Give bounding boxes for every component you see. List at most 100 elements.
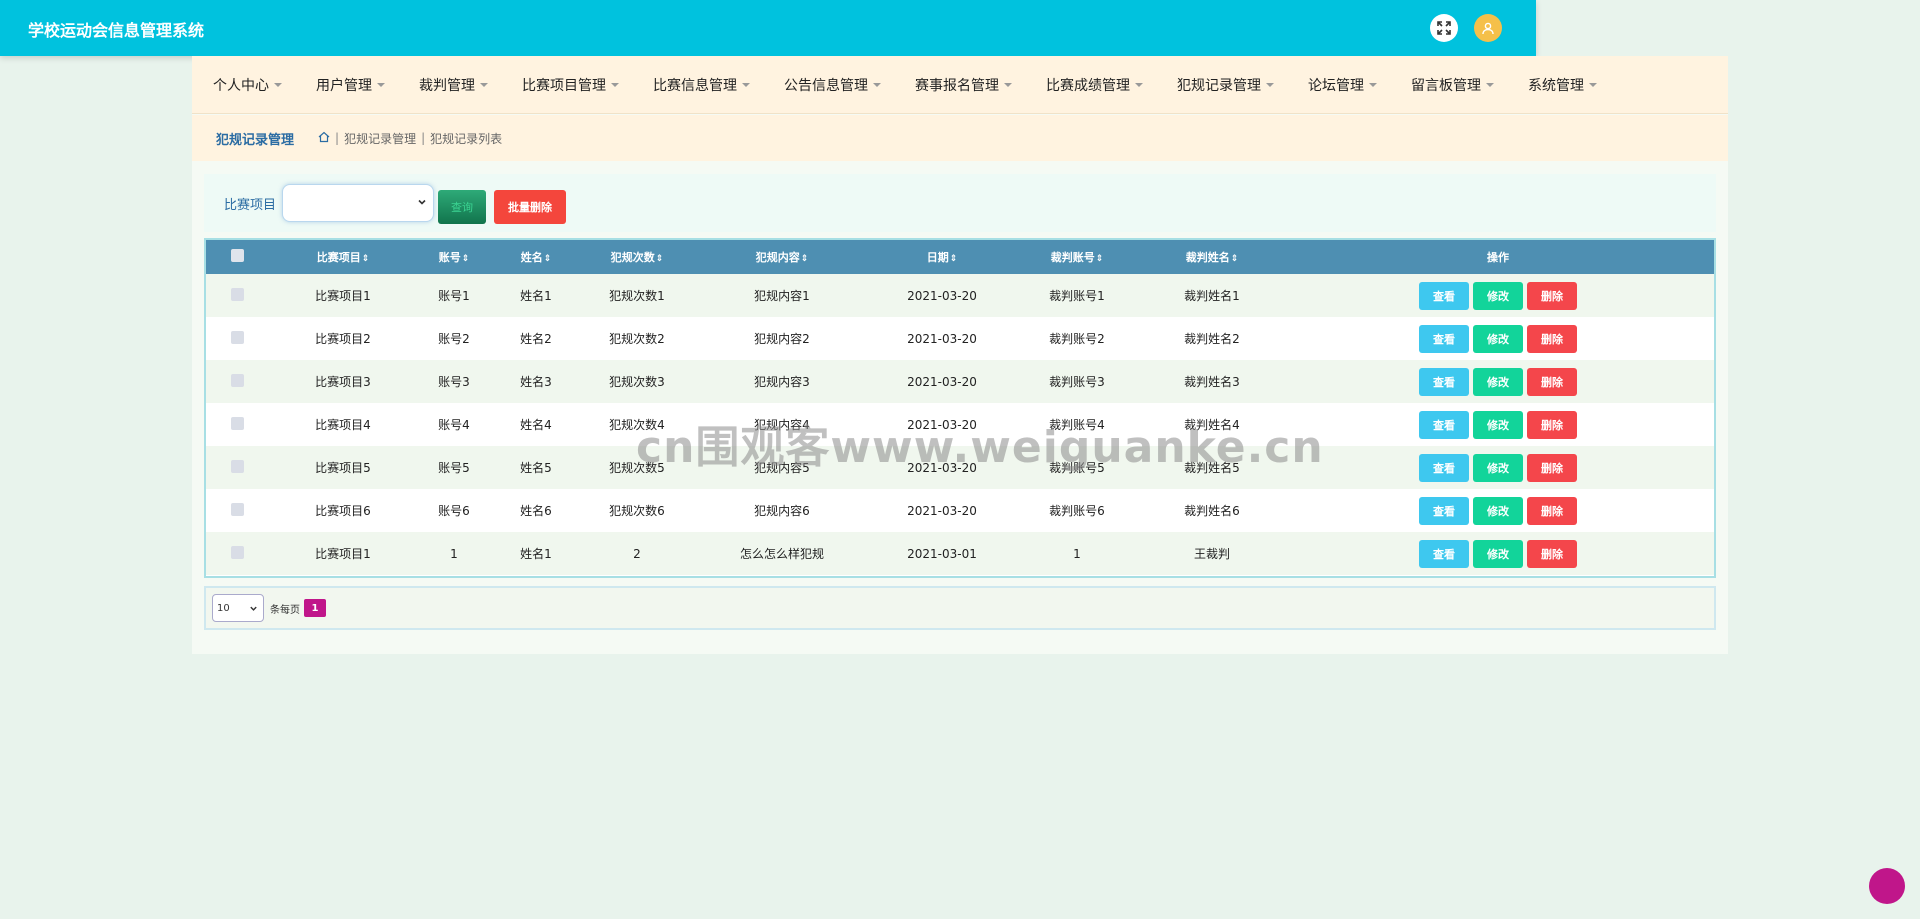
nav-item-9[interactable]: 犯规记录管理 (1177, 75, 1274, 95)
column-header-label: 裁判姓名 (1185, 251, 1230, 264)
table-cell: 犯规次数6 (609, 504, 665, 518)
table-cell: 姓名1 (520, 547, 552, 561)
actions-cell: 查看 修改 删除 (1282, 489, 1714, 532)
column-header-8[interactable]: 裁判姓名⇕ (1142, 240, 1282, 274)
caret-down-icon (611, 82, 619, 87)
column-header-7[interactable]: 裁判账号⇕ (1012, 240, 1142, 274)
view-button[interactable]: 查看 (1419, 410, 1469, 439)
table-cell: 账号6 (438, 504, 470, 518)
delete-button[interactable]: 删除 (1527, 496, 1577, 525)
table-cell: 姓名5 (520, 461, 552, 475)
home-icon[interactable] (318, 131, 330, 146)
row-checkbox[interactable] (230, 330, 244, 344)
sort-icon[interactable]: ⇕ (544, 254, 552, 264)
nav-item-11[interactable]: 留言板管理 (1411, 75, 1494, 95)
nav-item-5[interactable]: 比赛信息管理 (653, 75, 750, 95)
caret-down-icon (1004, 82, 1012, 87)
caret-down-icon (1589, 82, 1597, 87)
table-cell: 犯规次数2 (609, 332, 665, 346)
watermark: cn围观客www.weiguanke.cn (636, 422, 1324, 473)
row-checkbox[interactable] (230, 287, 244, 301)
column-header-3[interactable]: 姓名⇕ (490, 240, 582, 274)
edit-button[interactable]: 修改 (1473, 367, 1523, 396)
delete-button[interactable]: 删除 (1527, 453, 1577, 482)
column-header-2[interactable]: 账号⇕ (418, 240, 490, 274)
nav-item-7[interactable]: 赛事报名管理 (915, 75, 1012, 95)
nav-item-label: 用户管理 (316, 77, 372, 94)
table-cell: 比赛项目6 (315, 504, 371, 518)
nav-item-3[interactable]: 裁判管理 (419, 75, 488, 95)
column-header-5[interactable]: 犯规内容⇕ (692, 240, 872, 274)
sort-icon[interactable]: ⇕ (1096, 254, 1104, 264)
view-button[interactable]: 查看 (1419, 496, 1469, 525)
table-cell: 比赛项目1 (315, 547, 371, 561)
table-cell: 账号5 (438, 461, 470, 475)
column-header-4[interactable]: 犯规次数⇕ (582, 240, 692, 274)
row-checkbox[interactable] (230, 416, 244, 430)
row-checkbox[interactable] (230, 502, 244, 516)
delete-button[interactable]: 删除 (1527, 324, 1577, 353)
table-cell: 比赛项目5 (315, 461, 371, 475)
search-button[interactable]: 查询 (438, 190, 487, 224)
nav-item-8[interactable]: 比赛成绩管理 (1046, 75, 1143, 95)
table-cell: 犯规内容2 (754, 332, 810, 346)
sort-icon[interactable]: ⇕ (1231, 254, 1239, 264)
sort-icon[interactable]: ⇕ (801, 254, 809, 264)
edit-button[interactable]: 修改 (1473, 324, 1523, 353)
table-cell: 比赛项目2 (315, 332, 371, 346)
row-checkbox[interactable] (230, 373, 244, 387)
view-button[interactable]: 查看 (1419, 453, 1469, 482)
edit-button[interactable]: 修改 (1473, 453, 1523, 482)
breadcrumb-separator: | (335, 131, 340, 145)
delete-button[interactable]: 删除 (1527, 367, 1577, 396)
nav-item-1[interactable]: 个人中心 (213, 75, 282, 95)
nav-item-2[interactable]: 用户管理 (316, 75, 385, 95)
select-all-cell (206, 240, 268, 274)
delete-button[interactable]: 删除 (1527, 281, 1577, 310)
nav-item-12[interactable]: 系统管理 (1528, 75, 1597, 95)
page-size-select[interactable]: 10 (212, 594, 264, 622)
view-button[interactable]: 查看 (1419, 367, 1469, 396)
table-cell: 账号1 (438, 289, 470, 303)
top-header: 学校运动会信息管理系统 (0, 0, 1536, 56)
row-checkbox[interactable] (230, 545, 244, 559)
nav-item-label: 裁判管理 (419, 77, 475, 94)
delete-button[interactable]: 删除 (1527, 410, 1577, 439)
edit-button[interactable]: 修改 (1473, 496, 1523, 525)
nav-item-label: 系统管理 (1528, 77, 1584, 94)
table-cell: 犯规内容6 (754, 504, 810, 518)
view-button[interactable]: 查看 (1419, 539, 1469, 568)
page-number-current[interactable]: 1 (304, 599, 326, 617)
breadcrumb-crumb-1[interactable]: 犯规记录管理 (344, 130, 416, 147)
row-checkbox-cell (206, 403, 268, 446)
edit-button[interactable]: 修改 (1473, 539, 1523, 568)
per-page-label: 条每页 (270, 604, 300, 616)
nav-item-4[interactable]: 比赛项目管理 (522, 75, 619, 95)
bulk-delete-button[interactable]: 批量删除 (494, 190, 567, 224)
table-cell: 犯规次数1 (609, 289, 665, 303)
view-button[interactable]: 查看 (1419, 281, 1469, 310)
row-checkbox[interactable] (230, 459, 244, 473)
edit-button[interactable]: 修改 (1473, 410, 1523, 439)
avatar-icon[interactable] (1474, 14, 1502, 42)
nav-item-6[interactable]: 公告信息管理 (784, 75, 881, 95)
row-checkbox-cell (206, 489, 268, 532)
select-all-checkbox[interactable] (230, 249, 244, 262)
caret-down-icon (1135, 82, 1143, 87)
delete-button[interactable]: 删除 (1527, 539, 1577, 568)
table-cell: 姓名3 (520, 375, 552, 389)
edit-button[interactable]: 修改 (1473, 281, 1523, 310)
sort-icon[interactable]: ⇕ (362, 254, 370, 264)
column-header-6[interactable]: 日期⇕ (872, 240, 1012, 274)
view-button[interactable]: 查看 (1419, 324, 1469, 353)
table-cell: 裁判账号2 (1049, 332, 1105, 346)
project-select[interactable] (282, 184, 435, 222)
fullscreen-icon[interactable] (1430, 14, 1458, 42)
search-label: 比赛项目 (224, 197, 277, 213)
nav-item-10[interactable]: 论坛管理 (1308, 75, 1377, 95)
floating-action-button[interactable] (1869, 868, 1905, 904)
sort-icon[interactable]: ⇕ (656, 254, 664, 264)
sort-icon[interactable]: ⇕ (950, 254, 958, 264)
column-header-1[interactable]: 比赛项目⇕ (268, 240, 418, 274)
sort-icon[interactable]: ⇕ (462, 254, 470, 264)
